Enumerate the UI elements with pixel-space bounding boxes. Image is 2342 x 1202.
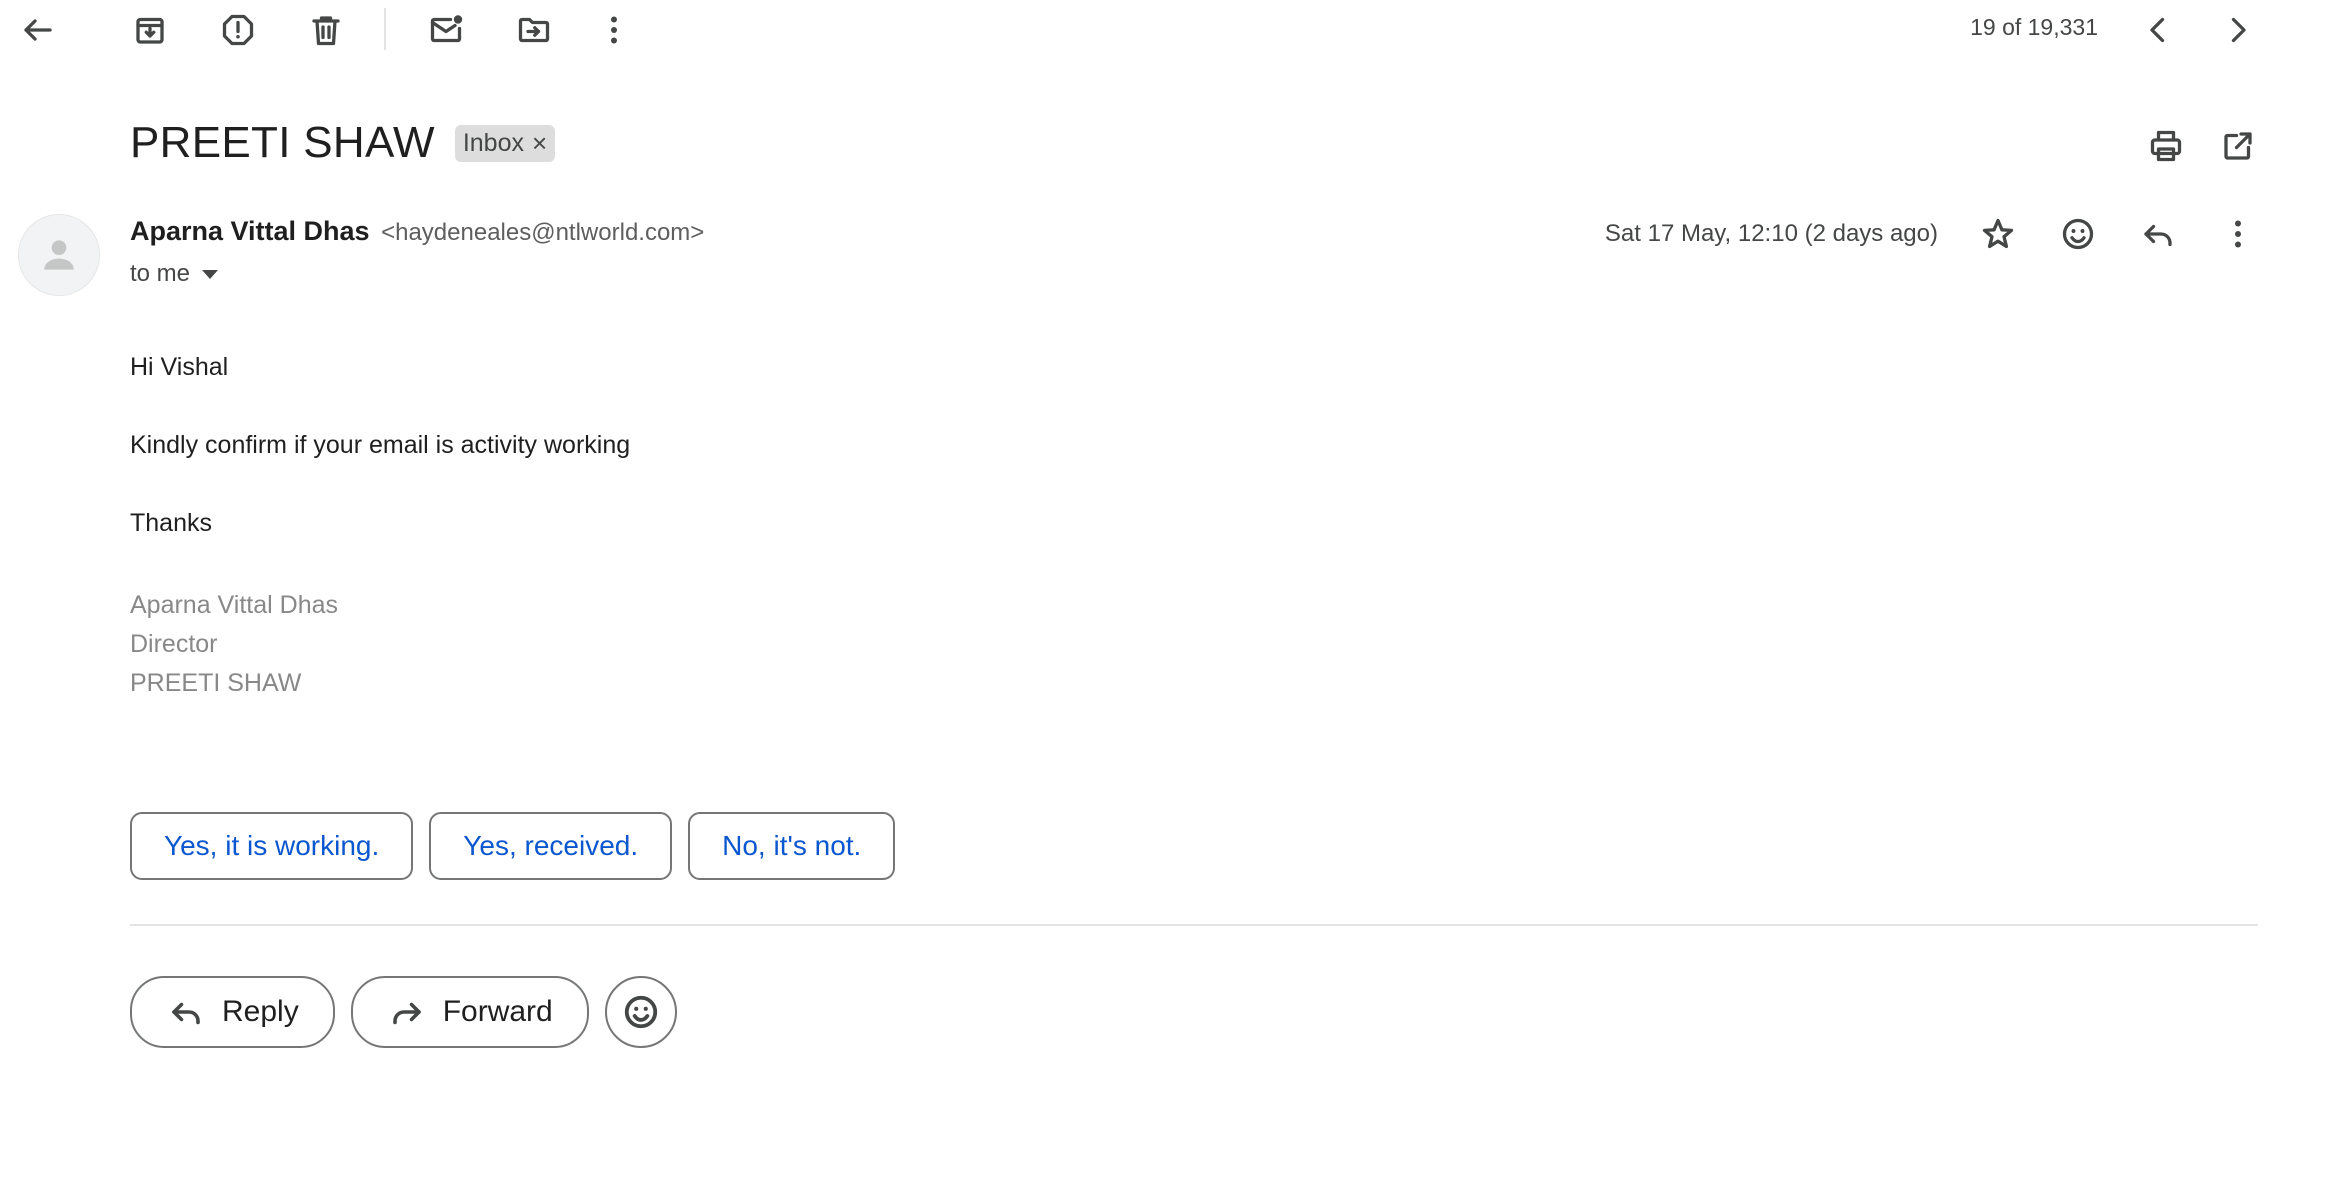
back-arrow-icon[interactable] xyxy=(14,6,62,54)
signature-company: PREETI SHAW xyxy=(130,669,302,697)
forward-button[interactable]: Forward xyxy=(350,976,589,1048)
reply-actions: Reply Forward xyxy=(130,976,677,1048)
email-subject: PREETI SHAW xyxy=(130,118,435,167)
add-reaction-icon[interactable] xyxy=(2054,210,2102,258)
archive-icon[interactable] xyxy=(126,6,174,54)
inbox-label-chip[interactable]: Inbox × xyxy=(454,124,556,162)
forward-label: Forward xyxy=(442,995,553,1028)
smart-reply-button[interactable]: Yes, received. xyxy=(429,812,673,880)
message-body: Hi Vishal Kindly confirm if your email i… xyxy=(130,352,630,703)
sender-name[interactable]: Aparna Vittal Dhas xyxy=(130,216,370,246)
next-chevron-icon[interactable] xyxy=(2214,6,2262,54)
reply-label: Reply xyxy=(222,995,299,1028)
signature-name: Aparna Vittal Dhas xyxy=(130,591,338,619)
smart-reply-button[interactable]: Yes, it is working. xyxy=(130,812,414,880)
message-date: Sat 17 May, 12:10 (2 days ago) xyxy=(1604,220,1938,247)
open-in-new-window-icon[interactable] xyxy=(2214,122,2262,170)
signature: Aparna Vittal Dhas Director PREETI SHAW xyxy=(130,586,630,703)
recipient-text: to me xyxy=(130,260,191,287)
reply-icon[interactable] xyxy=(2134,210,2182,258)
body-closing: Thanks xyxy=(130,509,212,537)
sender-row: Aparna Vittal Dhas <haydeneales@ntlworld… xyxy=(130,216,704,247)
signature-title: Director xyxy=(130,630,218,658)
emoji-reaction-button[interactable] xyxy=(604,976,677,1048)
divider xyxy=(130,924,2258,926)
star-icon[interactable] xyxy=(1974,210,2022,258)
avatar[interactable] xyxy=(18,214,100,296)
label-text: Inbox xyxy=(462,128,524,157)
subject-row: PREETI SHAW Inbox × xyxy=(130,118,556,168)
emoji-icon xyxy=(624,995,657,1029)
smart-replies: Yes, it is working. Yes, received. No, i… xyxy=(130,812,896,880)
body-greeting: Hi Vishal xyxy=(130,353,229,381)
message-more-icon[interactable] xyxy=(2214,210,2262,258)
person-icon xyxy=(44,240,74,270)
email-view: 19 of 19,331 PREETI SHAW Inbox × Aparna … xyxy=(0,0,2342,1202)
more-vert-icon[interactable] xyxy=(590,6,638,54)
reply-button[interactable]: Reply xyxy=(130,976,335,1048)
toolbar-divider xyxy=(384,8,386,50)
recipient-details[interactable]: to me xyxy=(130,260,219,288)
body-line: Kindly confirm if your email is activity… xyxy=(130,431,631,459)
mark-unread-icon[interactable] xyxy=(422,6,470,54)
delete-icon[interactable] xyxy=(302,6,350,54)
previous-chevron-icon[interactable] xyxy=(2134,6,2182,54)
move-to-icon[interactable] xyxy=(510,6,558,54)
reply-icon xyxy=(172,1002,200,1025)
print-icon[interactable] xyxy=(2142,122,2190,170)
sender-email: <haydeneales@ntlworld.com> xyxy=(381,219,705,246)
report-spam-icon[interactable] xyxy=(214,6,262,54)
remove-label-icon[interactable]: × xyxy=(532,128,547,159)
caret-down-icon[interactable] xyxy=(202,269,219,279)
forward-icon xyxy=(392,1002,421,1025)
pager-count: 19 of 19,331 xyxy=(1970,14,2098,40)
smart-reply-button[interactable]: No, it's not. xyxy=(688,812,896,880)
